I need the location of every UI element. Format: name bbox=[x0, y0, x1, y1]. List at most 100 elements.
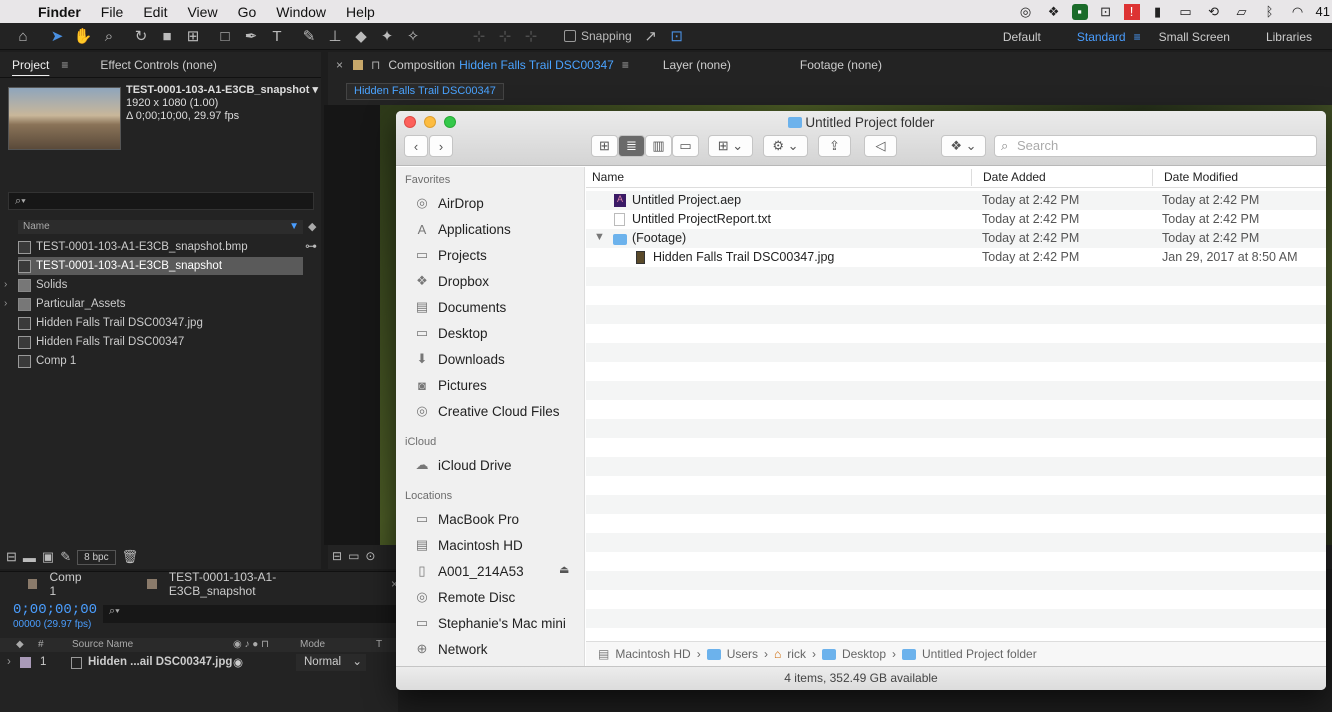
column-separator[interactable] bbox=[1152, 169, 1153, 186]
close-icon[interactable]: × bbox=[336, 58, 343, 72]
search-input[interactable]: ⌕ Search bbox=[994, 135, 1317, 157]
snapshot-icon[interactable]: ⊟ bbox=[332, 549, 342, 563]
composition-menu-icon[interactable]: ≡ bbox=[622, 58, 629, 72]
pen-tool-icon[interactable]: ✒ bbox=[238, 25, 264, 47]
timecode-display[interactable]: 0;00;00;00 bbox=[13, 602, 97, 618]
tab-layer[interactable]: Layer (none) bbox=[663, 58, 731, 72]
column-mode[interactable]: Mode bbox=[300, 639, 325, 650]
column-separator[interactable] bbox=[971, 169, 972, 186]
tab-snapshot-comp[interactable]: TEST-0001-103-A1-E3CB_snapshot bbox=[169, 570, 353, 598]
creative-cloud-icon[interactable]: ◎ bbox=[1016, 4, 1036, 20]
bit-depth-button[interactable]: 8 bpc bbox=[77, 549, 116, 565]
column-av-switches[interactable]: ◉ ♪ ● ⊓ bbox=[233, 639, 269, 650]
disclosure-triangle-icon[interactable]: ▼ bbox=[594, 231, 605, 243]
composition-breadcrumb[interactable]: Hidden Falls Trail DSC00347 bbox=[346, 83, 504, 100]
type-tool-icon[interactable]: T bbox=[264, 25, 290, 47]
column-trackmatte[interactable]: T bbox=[376, 639, 382, 650]
menu-help[interactable]: Help bbox=[346, 4, 375, 20]
time-machine-icon[interactable]: ⟲ bbox=[1204, 4, 1224, 20]
new-composition-icon[interactable]: ▣ bbox=[42, 549, 54, 565]
timeline-search-input[interactable]: ⌕▾ bbox=[103, 605, 398, 623]
lock-icon[interactable]: ⊓ bbox=[371, 58, 380, 72]
path-item[interactable]: Untitled Project folder bbox=[922, 647, 1037, 661]
rotate-tool-icon[interactable]: ↻ bbox=[128, 25, 154, 47]
menu-view[interactable]: View bbox=[187, 4, 217, 20]
sidebar-item-desktop[interactable]: ▭ Desktop bbox=[413, 322, 488, 344]
thumbnail-dropdown-icon[interactable]: ▾ bbox=[312, 84, 318, 96]
column-date-modified[interactable]: Date Modified bbox=[1164, 170, 1238, 184]
sidebar-item-documents[interactable]: ▤ Documents bbox=[413, 296, 506, 318]
workspace-libraries[interactable]: Libraries bbox=[1266, 30, 1312, 44]
display-options-icon[interactable]: ▭ bbox=[348, 549, 359, 563]
disclosure-icon[interactable]: › bbox=[7, 656, 11, 668]
sidebar-item-icloud-drive[interactable]: ☁ iCloud Drive bbox=[413, 454, 512, 476]
snapping-checkbox[interactable] bbox=[564, 30, 576, 42]
file-row[interactable]: Hidden Falls Trail DSC00347.jpg Today at… bbox=[586, 248, 1326, 267]
project-item[interactable]: Particular_Assets bbox=[18, 295, 303, 313]
battery-app-icon[interactable]: ▮ bbox=[1148, 4, 1168, 20]
path-item[interactable]: rick bbox=[787, 647, 806, 661]
bluetooth-icon[interactable]: ᛒ bbox=[1260, 4, 1280, 20]
menu-window[interactable]: Window bbox=[276, 4, 326, 20]
roto-brush-tool-icon[interactable]: ✦ bbox=[374, 25, 400, 47]
column-view-button[interactable]: ▥ bbox=[645, 135, 672, 157]
pan-behind-tool-icon[interactable]: ⊞ bbox=[180, 25, 206, 47]
sidebar-item-remote-disc[interactable]: ◎ Remote Disc bbox=[413, 586, 515, 608]
path-item[interactable]: Macintosh HD bbox=[615, 647, 690, 661]
clone-stamp-tool-icon[interactable]: ⊥ bbox=[322, 25, 348, 47]
menu-edit[interactable]: Edit bbox=[143, 4, 167, 20]
sort-icon[interactable]: ▼ bbox=[289, 220, 299, 234]
project-item[interactable]: Solids bbox=[18, 276, 303, 294]
column-name[interactable]: Name bbox=[23, 221, 50, 232]
sidebar-item-macintosh-hd[interactable]: ▤ Macintosh HD bbox=[413, 534, 523, 556]
column-name[interactable]: Name bbox=[592, 170, 624, 184]
wifi-icon[interactable]: ◠ bbox=[1288, 4, 1308, 20]
display-icon[interactable]: ⊡ bbox=[1096, 4, 1116, 20]
sidebar-item-downloads[interactable]: ⬇ Downloads bbox=[413, 348, 505, 370]
project-menu-icon[interactable]: ≡ bbox=[61, 58, 68, 72]
tags-button[interactable]: ◁ bbox=[864, 135, 897, 157]
brush-tool-icon[interactable]: ✎ bbox=[296, 25, 322, 47]
gallery-view-button[interactable]: ▭ bbox=[672, 135, 699, 157]
tab-footage[interactable]: Footage (none) bbox=[800, 58, 882, 72]
dropbox-button[interactable]: ❖ ⌄ bbox=[941, 135, 986, 157]
eject-icon[interactable]: ⏏ bbox=[559, 563, 569, 576]
project-search-input[interactable]: ⌕▾ bbox=[8, 192, 314, 210]
sidebar-item-dropbox[interactable]: ❖ Dropbox bbox=[413, 270, 489, 292]
disclosure-icon[interactable]: › bbox=[4, 298, 7, 309]
workspace-standard[interactable]: Standard bbox=[1077, 30, 1126, 44]
puppet-tool-icon[interactable]: ✧ bbox=[400, 25, 426, 47]
column-date-added[interactable]: Date Added bbox=[983, 170, 1046, 184]
hand-tool-icon[interactable]: ✋ bbox=[70, 25, 96, 47]
file-row[interactable]: Untitled ProjectReport.txt Today at 2:42… bbox=[586, 210, 1326, 229]
menu-app-finder[interactable]: Finder bbox=[38, 4, 81, 20]
action-gear-button[interactable]: ⚙ ⌄ bbox=[763, 135, 808, 157]
sidebar-item-airdrop[interactable]: ◎ AirDrop bbox=[413, 192, 483, 214]
workspace-small-screen[interactable]: Small Screen bbox=[1159, 30, 1230, 44]
airplay-icon[interactable]: ▱ bbox=[1232, 4, 1252, 20]
composition-tab-prefix[interactable]: Composition bbox=[388, 58, 455, 72]
project-item[interactable]: TEST-0001-103-A1-E3CB_snapshot.bmp bbox=[18, 238, 303, 256]
vr-icon[interactable]: ⊙ bbox=[365, 549, 375, 563]
snap-edge-icon[interactable]: ↗ bbox=[638, 25, 664, 47]
project-item[interactable]: TEST-0001-103-A1-E3CB_snapshot bbox=[18, 257, 303, 275]
layer-color-swatch[interactable] bbox=[20, 657, 31, 668]
sidebar-item-mac-mini[interactable]: ▭ Stephanie's Mac mini bbox=[413, 612, 566, 634]
sidebar-item-creative-cloud[interactable]: ◎ Creative Cloud Files bbox=[413, 400, 559, 422]
snapping-toggle[interactable]: Snapping bbox=[564, 29, 632, 43]
project-settings-icon[interactable]: ✎ bbox=[60, 549, 71, 565]
sidebar-item-applications[interactable]: A Applications bbox=[413, 218, 511, 240]
file-row[interactable]: A Untitled Project.aep Today at 2:42 PM … bbox=[586, 191, 1326, 210]
eye-icon[interactable]: ◉ bbox=[233, 655, 243, 669]
new-folder-icon[interactable]: ▬ bbox=[23, 550, 36, 565]
tab-composition[interactable]: Hidden Falls Trail DSC00347 bbox=[459, 58, 614, 72]
snap-feature-icon[interactable]: ⊡ bbox=[664, 25, 690, 47]
list-view-button[interactable]: ≣ bbox=[618, 135, 645, 157]
menu-file[interactable]: File bbox=[101, 4, 124, 20]
interpret-footage-icon[interactable]: ⊟ bbox=[6, 549, 17, 565]
back-button[interactable]: ‹ bbox=[404, 135, 428, 157]
flowchart-icon[interactable]: ⊶ bbox=[305, 239, 317, 253]
column-number[interactable]: # bbox=[38, 639, 44, 650]
workspace-menu-icon[interactable]: ≡ bbox=[1134, 30, 1141, 44]
rectangle-tool-icon[interactable]: □ bbox=[212, 25, 238, 47]
